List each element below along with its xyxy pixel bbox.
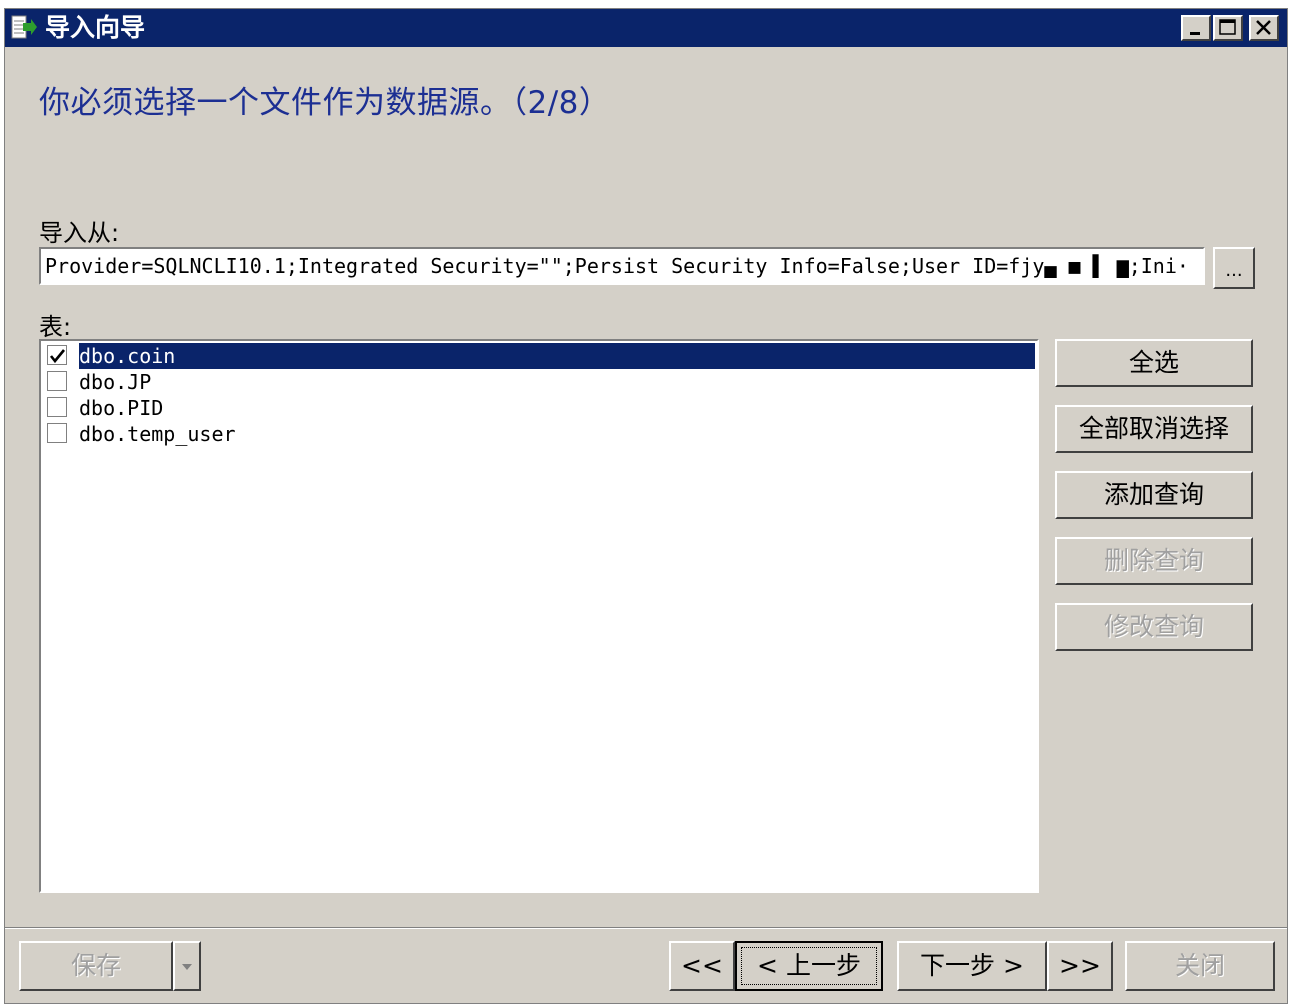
chevron-down-icon xyxy=(182,964,192,970)
previous-step-button[interactable]: < 上一步 xyxy=(735,941,883,991)
checkbox[interactable] xyxy=(47,423,67,443)
maximize-button[interactable] xyxy=(1213,15,1243,41)
deselect-all-button[interactable]: 全部取消选择 xyxy=(1055,405,1253,453)
last-step-button[interactable]: >> xyxy=(1047,941,1113,991)
checkbox[interactable] xyxy=(47,345,67,365)
list-item[interactable]: dbo.PID xyxy=(43,395,1035,421)
page-title: 你必须选择一个文件作为数据源。（2/8） xyxy=(39,85,611,121)
table-name: dbo.PID xyxy=(79,396,164,420)
minimize-button[interactable] xyxy=(1181,15,1211,41)
close-window-button[interactable] xyxy=(1249,15,1279,41)
maximize-icon xyxy=(1219,19,1236,35)
checkbox[interactable] xyxy=(47,397,67,417)
list-item[interactable]: dbo.temp_user xyxy=(43,421,1035,447)
add-query-button[interactable]: 添加查询 xyxy=(1055,471,1253,519)
import-from-label: 导入从: xyxy=(39,219,120,247)
table-list[interactable]: dbo.coin dbo.JP dbo.PID dbo.temp_user xyxy=(39,339,1039,893)
table-name: dbo.JP xyxy=(79,370,152,394)
checkmark-icon xyxy=(49,349,66,364)
table-name: dbo.coin xyxy=(79,343,1035,369)
wizard-icon xyxy=(11,15,37,41)
window-title: 导入向导 xyxy=(45,13,146,42)
table-name: dbo.temp_user xyxy=(79,422,236,446)
minimize-icon xyxy=(1190,32,1200,35)
edit-query-button[interactable]: 修改查询 xyxy=(1055,603,1253,651)
browse-button[interactable]: ... xyxy=(1213,247,1255,289)
tables-label: 表: xyxy=(39,313,72,341)
footer-divider xyxy=(5,927,1287,929)
list-item[interactable]: dbo.JP xyxy=(43,369,1035,395)
import-wizard-window: 导入向导 你必须选择一个文件作为数据源。（2/8） 导入从: Provider=… xyxy=(4,8,1288,1004)
checkbox[interactable] xyxy=(47,371,67,391)
close-icon xyxy=(1256,20,1271,35)
first-step-button[interactable]: << xyxy=(669,941,735,991)
save-dropdown-button[interactable] xyxy=(173,941,201,991)
previous-step-label: < 上一步 xyxy=(741,947,877,985)
list-item[interactable]: dbo.coin xyxy=(43,343,1035,369)
save-button[interactable]: 保存 xyxy=(19,941,173,991)
close-button[interactable]: 关闭 xyxy=(1125,941,1275,991)
title-bar[interactable]: 导入向导 xyxy=(5,9,1287,47)
next-step-button[interactable]: 下一步 > xyxy=(897,941,1047,991)
connection-string-field[interactable]: Provider=SQLNCLI10.1;Integrated Security… xyxy=(39,247,1205,285)
select-all-button[interactable]: 全选 xyxy=(1055,339,1253,387)
delete-query-button[interactable]: 删除查询 xyxy=(1055,537,1253,585)
